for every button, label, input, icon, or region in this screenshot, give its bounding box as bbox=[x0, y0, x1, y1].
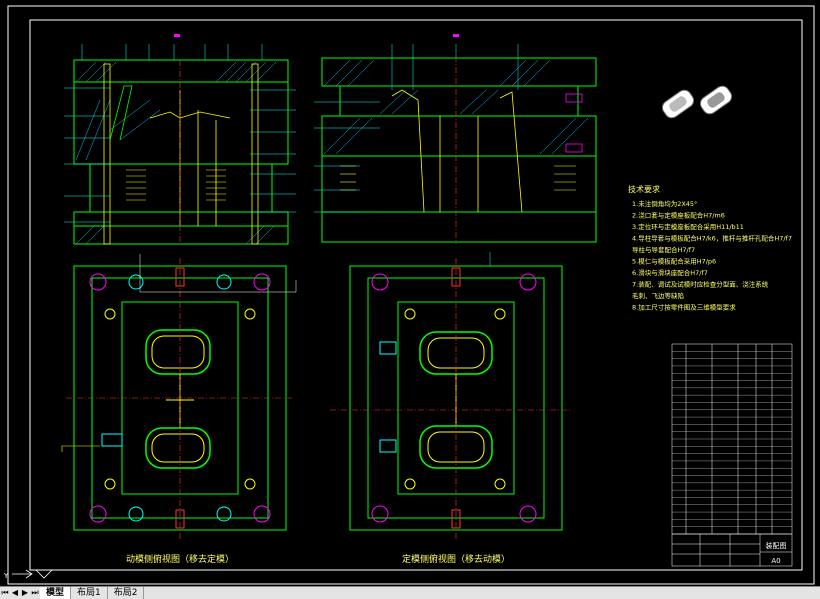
title-block-name: 装配图 bbox=[766, 541, 787, 550]
frame-marker-mid bbox=[453, 34, 459, 37]
layout-tab-bar: ⏮ ◀ ▶ ⏭ 模型 布局1 布局2 bbox=[0, 586, 820, 599]
next-icon[interactable]: ▶ bbox=[20, 587, 30, 599]
bom-rows bbox=[672, 351, 792, 527]
right-hatch bbox=[323, 59, 589, 155]
plan-left-caption: 动模侧俯视图（移去定模） bbox=[126, 553, 234, 565]
tech-note-line: 5.模仁与模板配合采用H7/p6 bbox=[632, 257, 716, 266]
springs bbox=[126, 169, 226, 201]
section-view-right[interactable] bbox=[314, 44, 597, 244]
right-parts bbox=[391, 89, 583, 213]
ucs-label: Y bbox=[3, 572, 9, 580]
ejector-pins bbox=[103, 63, 259, 245]
drawing-canvas[interactable]: 动模侧俯视图（移去定模） 定模侧俯视图（移去动模） 技术要求 1.未注倒角均为2… bbox=[0, 0, 820, 586]
tech-note-line: 2.浇口套与定模座板配合H7/m6 bbox=[632, 211, 725, 220]
product-3d-view bbox=[661, 85, 733, 119]
tech-note-line: 毛刺、飞边等缺陷 bbox=[632, 291, 684, 300]
left-hatch bbox=[75, 61, 277, 245]
tech-note-line: 4.导柱导套与模板配合H7/k6，推杆与推杆孔配合H7/f7 bbox=[632, 234, 792, 243]
section-view-left[interactable] bbox=[64, 44, 296, 246]
tech-note-line: 7.装配、调试及试模时应检查分型面、浇注系统 bbox=[632, 280, 769, 289]
tab-layout2[interactable]: 布局2 bbox=[108, 587, 145, 599]
plan-view-right[interactable] bbox=[330, 252, 570, 540]
prev-icon[interactable]: ◀ bbox=[10, 587, 20, 599]
tech-notes-title: 技术要求 bbox=[628, 184, 660, 194]
plan-right-caption: 定模侧俯视图（移去动模） bbox=[402, 553, 510, 565]
last-icon[interactable]: ⏭ bbox=[30, 587, 40, 599]
tab-layout1[interactable]: 布局1 bbox=[71, 587, 108, 599]
tab-model[interactable]: 模型 bbox=[40, 587, 72, 599]
tech-note-line: 6.滑块与滑块座配合H7/f7 bbox=[632, 268, 708, 277]
right-springs bbox=[340, 165, 576, 191]
tech-notes: 1.未注倒角均为2X45° 2.浇口套与定模座板配合H7/m6 3.定位环与定模座板… bbox=[632, 199, 792, 312]
title-block-scale: A0 bbox=[771, 557, 780, 565]
guide-pillars-right bbox=[371, 273, 537, 523]
first-icon[interactable]: ⏮ bbox=[0, 587, 10, 599]
tech-note-line: 1.未注倒角均为2X45° bbox=[632, 199, 697, 208]
cavity-parts-right bbox=[379, 267, 493, 529]
outer-frame bbox=[7, 5, 815, 585]
frame-marker-top bbox=[174, 34, 180, 37]
ucs-icon bbox=[12, 569, 53, 579]
tech-note-line: 导柱与导套配合H7/f7 bbox=[632, 245, 695, 254]
plan-view-left[interactable] bbox=[61, 254, 297, 540]
tech-note-line: 8.加工尺寸按零件图及三维模型要求 bbox=[632, 303, 736, 312]
tech-note-line: 3.定位环与定模座板配合采用H11/b11 bbox=[632, 222, 744, 231]
right-leaders bbox=[314, 44, 519, 213]
